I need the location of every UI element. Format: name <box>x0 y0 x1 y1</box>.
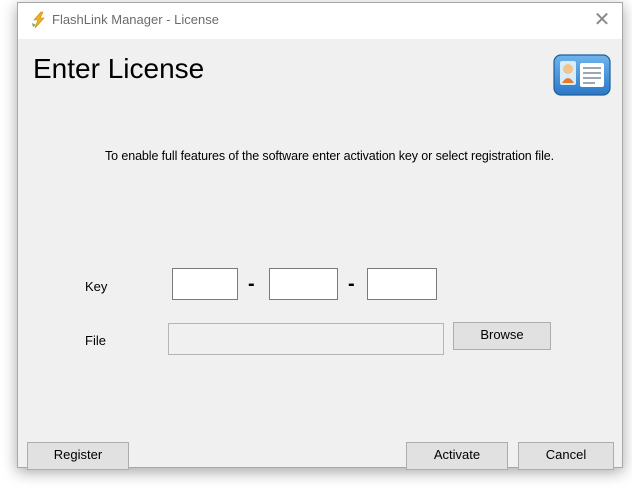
title-bar[interactable]: FlashLink Manager - License ✕ <box>18 3 622 39</box>
key-part-3-input[interactable] <box>367 268 437 300</box>
window-title: FlashLink Manager - License <box>52 12 219 27</box>
key-part-2-input[interactable] <box>269 268 338 300</box>
browse-button[interactable]: Browse <box>453 322 551 350</box>
close-icon[interactable]: ✕ <box>582 3 622 35</box>
register-button[interactable]: Register <box>27 442 129 470</box>
file-label: File <box>85 333 106 348</box>
instructions-text: To enable full features of the software … <box>105 149 554 163</box>
file-path-field <box>168 323 444 355</box>
license-card-icon <box>553 54 611 96</box>
key-label: Key <box>85 279 108 294</box>
key-separator: - <box>248 273 255 295</box>
key-part-1-input[interactable] <box>172 268 238 300</box>
key-separator: - <box>348 273 355 295</box>
license-dialog: FlashLink Manager - License ✕ Enter Lice… <box>17 2 623 470</box>
page-title: Enter License <box>33 53 205 84</box>
activate-button[interactable]: Activate <box>406 442 508 470</box>
cancel-button[interactable]: Cancel <box>518 442 614 470</box>
flashlink-logo-icon <box>32 11 45 29</box>
